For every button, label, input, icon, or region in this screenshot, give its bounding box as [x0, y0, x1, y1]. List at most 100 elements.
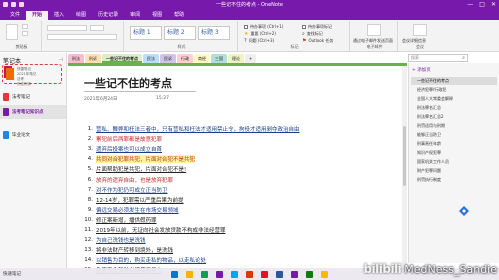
style-heading-3[interactable]: 标题 3	[198, 26, 230, 40]
notebook-item-3[interactable]: 毕业论文	[0, 128, 66, 142]
taskbar-app-icon[interactable]	[321, 270, 328, 278]
section-tab[interactable]: +	[245, 54, 257, 63]
section-tab[interactable]: 民法	[143, 54, 159, 63]
taskbar-app-icon[interactable]	[171, 270, 178, 278]
notebook-item-2[interactable]: 法考笔记知识点	[0, 105, 66, 119]
page-scrollbar[interactable]	[402, 66, 407, 280]
scrollbar-thumb[interactable]	[403, 126, 406, 186]
close-button[interactable]: ✕	[491, 1, 496, 9]
status-left: 快速笔记	[3, 272, 21, 277]
meeting-details-icon[interactable]	[413, 24, 427, 36]
page-title[interactable]: 一些记不住的考点	[84, 75, 172, 91]
page-list-item[interactable]: 国家机关工作人员	[411, 158, 497, 166]
note-text[interactable]: 共同对合犯罪共犯，片面对合犯不是共犯	[96, 155, 196, 164]
tab-home[interactable]: 开始	[26, 11, 49, 20]
add-page-button[interactable]: + 添加页	[412, 67, 431, 73]
copy-icon[interactable]	[22, 31, 28, 36]
search-input[interactable]: 搜索 ⌕	[408, 54, 468, 62]
tab-insert[interactable]: 插入	[48, 11, 70, 20]
note-row[interactable]: 6. 放弃的遗弃自由，也是放弃犯罪	[82, 174, 302, 184]
tab-draw[interactable]: 绘图	[70, 11, 92, 20]
search-icon[interactable]: ⌕	[462, 55, 465, 61]
section-tab[interactable]: 一些记不住的考点	[102, 54, 142, 63]
note-row[interactable]: 1. 营私、舞弊和枉法三者中，只有营私和枉法才适用禁止令，拘役才适用剥夺政治自由	[82, 124, 302, 134]
note-row[interactable]: 2. 累犯前后两罪都是故意犯罪	[82, 134, 302, 144]
note-text[interactable]: 对不作为犯仍可成立正当防卫	[96, 186, 168, 194]
section-tab[interactable]: 三国	[211, 54, 227, 63]
page-list-item[interactable]: 刑事责任年龄	[411, 140, 497, 148]
pin-icon[interactable]: ⊣	[59, 57, 63, 63]
tab-file[interactable]: 文件	[4, 11, 26, 20]
note-text[interactable]: 放弃的遗弃自由，也是放弃犯罪	[96, 176, 173, 184]
note-row[interactable]: 14. 以销售为目的，购买走私的物品，以走私论处	[82, 255, 302, 265]
feedback-bird-icon[interactable]	[458, 205, 470, 217]
tab-view[interactable]: 视图	[146, 11, 168, 20]
page-list-item[interactable]: 全国人大常委会解释	[411, 95, 497, 103]
page-list-item[interactable]: 经济犯罪/行政犯	[411, 86, 497, 94]
section-tab[interactable]: 理论	[228, 54, 244, 63]
page-list-item[interactable]: 刑法罪名汇总	[411, 104, 497, 112]
note-row[interactable]: 12. 为自己洗钱也是洗钱	[82, 235, 302, 245]
note-row[interactable]: 7. 对不作为犯仍可成立正当防卫	[82, 185, 302, 195]
note-row[interactable]: 4. 共同对合犯罪共犯，片面对合犯不是共犯	[82, 154, 302, 164]
section-tab[interactable]: 民诉	[160, 54, 176, 63]
page-list-item[interactable]: 能够正当防卫	[411, 131, 497, 139]
note-row[interactable]: 8. 12-14岁，犯罪需以严重后果为前提	[82, 195, 302, 205]
tag-important[interactable]: ★ 重要 (Ctrl+2)	[244, 31, 276, 37]
note-text[interactable]: 累犯前后两罪都是故意犯罪	[96, 135, 162, 143]
section-tab[interactable]: 刑诉	[85, 54, 101, 63]
cut-icon[interactable]	[22, 24, 28, 29]
style-heading-1[interactable]: 标题 1	[130, 26, 162, 40]
page-list-item[interactable]: 刑法罪名汇总2	[411, 113, 497, 121]
note-row[interactable]: 11. 2019年以前，无证向社会发放贷款不构成非法经营罪	[82, 225, 302, 235]
paste-icon[interactable]	[6, 24, 18, 40]
tab-help[interactable]: 帮助	[168, 11, 190, 20]
note-text[interactable]: 营私、舞弊和枉法三者中，只有营私和枉法才适用禁止令，拘役才适用剥夺政治自由	[96, 125, 300, 133]
format-toolbar[interactable]	[47, 34, 117, 40]
font-size-select[interactable]	[90, 25, 104, 31]
tab-history[interactable]: 历史记录	[92, 11, 124, 20]
section-tab[interactable]: 商经	[194, 54, 210, 63]
note-text[interactable]: 以销售为目的，购买走私的物品，以走私论处	[96, 256, 206, 264]
page-list-item[interactable]: 一些记不住的考点	[411, 77, 497, 85]
taskbar-app-icon[interactable]	[306, 270, 313, 278]
taskbar-app-icon[interactable]	[246, 270, 253, 278]
note-text[interactable]: 片面帮助犯是共犯，片面对合犯不是!	[96, 165, 186, 173]
page-list-item[interactable]: 知识产权犯罪	[411, 149, 497, 157]
find-tags-button[interactable]: ⌕ 查找标记	[302, 31, 323, 37]
minimize-button[interactable]: —	[467, 1, 473, 9]
note-row[interactable]: 10. 修正案新增，播供假药罪	[82, 215, 302, 225]
taskbar-app-icon[interactable]	[261, 270, 268, 278]
section-tab[interactable]: 刑法	[68, 54, 84, 63]
note-text[interactable]: 将非法财产转移到境外，是洗钱	[96, 246, 173, 254]
tab-review[interactable]: 审阅	[124, 11, 146, 20]
taskbar-app-icon[interactable]	[216, 270, 223, 278]
page-list-item[interactable]: 财产犯罪问题	[411, 167, 497, 175]
note-text[interactable]: 偏远交易必须发生在市场交易领域	[96, 206, 179, 214]
note-text[interactable]: 2019年以前，无证向社会发放贷款不构成非法经营罪	[96, 226, 226, 234]
taskbar-app-icon[interactable]	[186, 270, 193, 278]
maximize-button[interactable]: □	[479, 1, 485, 9]
taskbar-app-icon[interactable]	[276, 270, 283, 278]
style-heading-2[interactable]: 标题 2	[164, 26, 196, 40]
note-row[interactable]: 3. 遗弃后投案也可以成立自首	[82, 144, 302, 154]
page-canvas[interactable]: 一些记不住的考点 2021年6月24日 15:27 1. 营私、舞弊和枉法三者中，…	[68, 63, 407, 280]
font-select[interactable]	[47, 25, 87, 31]
taskbar-app-icon[interactable]	[201, 270, 208, 278]
note-row[interactable]: 9. 偏远交易必须发生在市场交易领域	[82, 205, 302, 215]
email-page-icon[interactable]	[367, 24, 381, 36]
note-text[interactable]: 遗弃后投案也可以成立自首	[96, 145, 162, 153]
taskbar-app-icon[interactable]	[231, 270, 238, 278]
note-text[interactable]: 12-14岁，犯罪需以严重后果为前提	[96, 196, 183, 204]
todo-tag-button[interactable]: 待办事项标记	[302, 24, 332, 30]
note-row[interactable]: 5. 片面帮助犯是共犯，片面对合犯不是!	[82, 164, 302, 174]
taskbar-app-icon[interactable]	[291, 270, 298, 278]
notebook-item-1[interactable]: 法考笔记	[0, 90, 66, 104]
note-text[interactable]: 修正案新增，播供假药罪	[96, 216, 157, 224]
tag-todo[interactable]: 待办事项 (Ctrl+1)	[244, 24, 283, 30]
note-text[interactable]: 为自己洗钱也是洗钱	[96, 236, 146, 244]
note-row[interactable]: 13. 将非法财产转移到境外，是洗钱	[82, 245, 302, 255]
page-list-item[interactable]: 刑罚适用与刑期	[411, 122, 497, 130]
page-list-item[interactable]: 刑罚执行制度	[411, 176, 497, 184]
section-tab[interactable]: 行政	[177, 54, 193, 63]
